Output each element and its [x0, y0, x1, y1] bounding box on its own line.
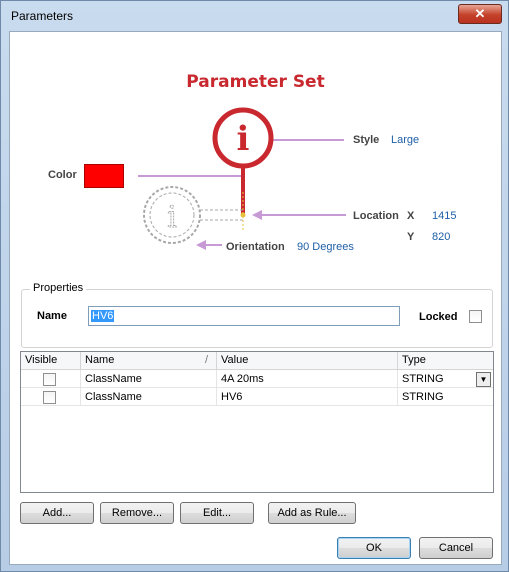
type-cell-value: STRING	[402, 373, 444, 385]
table-row[interactable]: ClassName HV6 STRING	[21, 388, 493, 406]
visible-cell	[21, 388, 81, 406]
name-label: Name	[37, 310, 67, 322]
name-cell[interactable]: ClassName	[81, 370, 217, 388]
ok-button[interactable]: OK	[337, 537, 411, 559]
cancel-button[interactable]: Cancel	[419, 537, 493, 559]
locked-checkbox[interactable]	[469, 310, 482, 323]
visible-cell	[21, 370, 81, 388]
name-input-value: HV6	[91, 310, 115, 322]
column-header-type[interactable]: Type	[398, 352, 493, 369]
orientation-arrowhead	[196, 240, 206, 250]
column-header-value[interactable]: Value	[217, 352, 398, 369]
table-row[interactable]: ClassName 4A 20ms STRING ▼	[21, 370, 493, 388]
x-value: 1415	[432, 210, 457, 222]
add-as-rule-button[interactable]: Add as Rule...	[268, 502, 356, 524]
column-header-name-label: Name	[85, 354, 115, 366]
visible-checkbox[interactable]	[43, 373, 56, 386]
edit-button[interactable]: Edit...	[180, 502, 254, 524]
parameters-grid[interactable]: Visible Name / Value Type ClassName 4A 20…	[20, 351, 494, 493]
type-cell[interactable]: STRING	[398, 388, 493, 406]
orientation-label: Orientation	[226, 241, 285, 253]
y-label: Y	[407, 231, 415, 243]
parameters-dialog: Parameters ✕ Parameter Set i i Style Lar…	[0, 0, 509, 572]
style-value: Large	[391, 134, 420, 146]
chevron-down-icon[interactable]: ▼	[476, 372, 491, 387]
add-button[interactable]: Add...	[20, 502, 94, 524]
orientation-value: 90 Degrees	[297, 241, 354, 253]
grid-header: Visible Name / Value Type	[21, 352, 493, 370]
dialog-client: Parameter Set i i Style Large Color Loca…	[9, 31, 502, 565]
name-input[interactable]: HV6	[88, 306, 400, 326]
info-glyph: i	[237, 119, 250, 159]
value-cell[interactable]: HV6	[217, 388, 398, 406]
name-cell[interactable]: ClassName	[81, 388, 217, 406]
column-header-name[interactable]: Name /	[81, 352, 217, 369]
column-header-visible[interactable]: Visible	[21, 352, 81, 369]
x-label: X	[407, 210, 415, 222]
color-label: Color	[48, 169, 77, 181]
ghost-info-glyph: i	[167, 200, 177, 235]
color-swatch[interactable]	[84, 164, 124, 188]
window-title: Parameters	[11, 9, 74, 23]
location-label: Location	[353, 210, 399, 222]
properties-legend: Properties	[30, 282, 87, 294]
title-bar[interactable]: Parameters ✕	[1, 1, 508, 31]
close-button[interactable]: ✕	[458, 4, 502, 24]
visible-checkbox[interactable]	[43, 391, 56, 404]
remove-button[interactable]: Remove...	[100, 502, 174, 524]
sort-indicator-icon: /	[204, 354, 208, 366]
value-cell[interactable]: 4A 20ms	[217, 370, 398, 388]
locked-label: Locked	[419, 311, 458, 323]
type-cell[interactable]: STRING ▼	[398, 370, 493, 388]
properties-group: Properties Name HV6 Locked	[21, 282, 493, 348]
location-arrowhead	[252, 210, 262, 220]
y-value: 820	[432, 231, 451, 243]
style-label: Style	[353, 134, 380, 146]
